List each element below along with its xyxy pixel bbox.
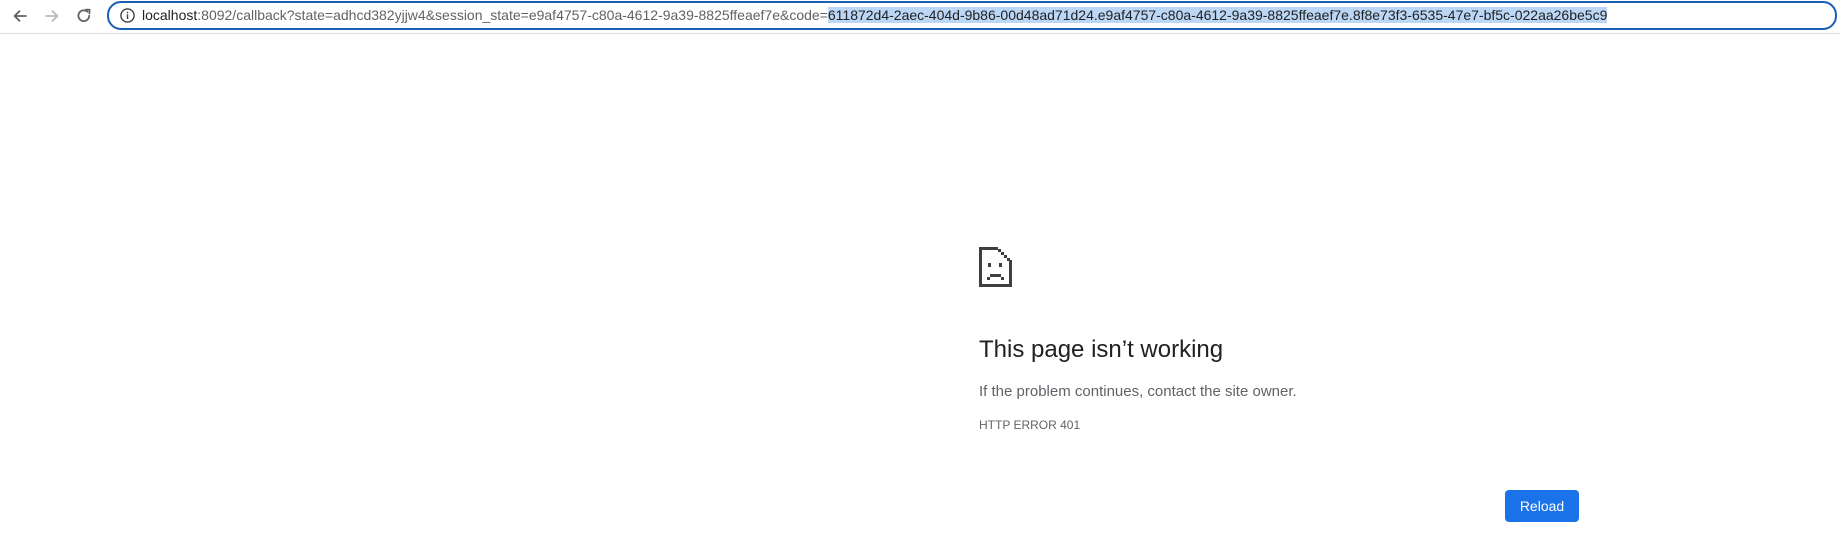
back-arrow-icon bbox=[13, 10, 27, 22]
reload-page-button[interactable] bbox=[71, 3, 97, 29]
error-description: If the problem continues, contact the si… bbox=[979, 383, 1297, 400]
url-host: localhost bbox=[142, 7, 198, 23]
url-text[interactable]: localhost:8092/callback?state=adhcd382yj… bbox=[142, 3, 1608, 28]
browser-toolbar: localhost:8092/callback?state=adhcd382yj… bbox=[0, 0, 1840, 34]
address-bar[interactable]: localhost:8092/callback?state=adhcd382yj… bbox=[107, 1, 1837, 30]
forward-button[interactable] bbox=[39, 3, 65, 29]
url-path: :8092/callback?state=adhcd382yjjw4&sessi… bbox=[197, 7, 828, 23]
info-icon[interactable] bbox=[119, 7, 136, 24]
page-title: This page isn’t working bbox=[979, 336, 1224, 363]
back-button[interactable] bbox=[7, 3, 33, 29]
reload-icon bbox=[77, 8, 91, 22]
url-selected-text: 611872d4-2aec-404d-9b86-00d48ad71d24.e9a… bbox=[827, 7, 1608, 23]
error-code: HTTP ERROR 401 bbox=[979, 418, 1081, 432]
reload-button[interactable]: Reload bbox=[1505, 490, 1579, 522]
sad-document-icon bbox=[979, 247, 1012, 287]
forward-arrow-icon bbox=[45, 10, 59, 22]
